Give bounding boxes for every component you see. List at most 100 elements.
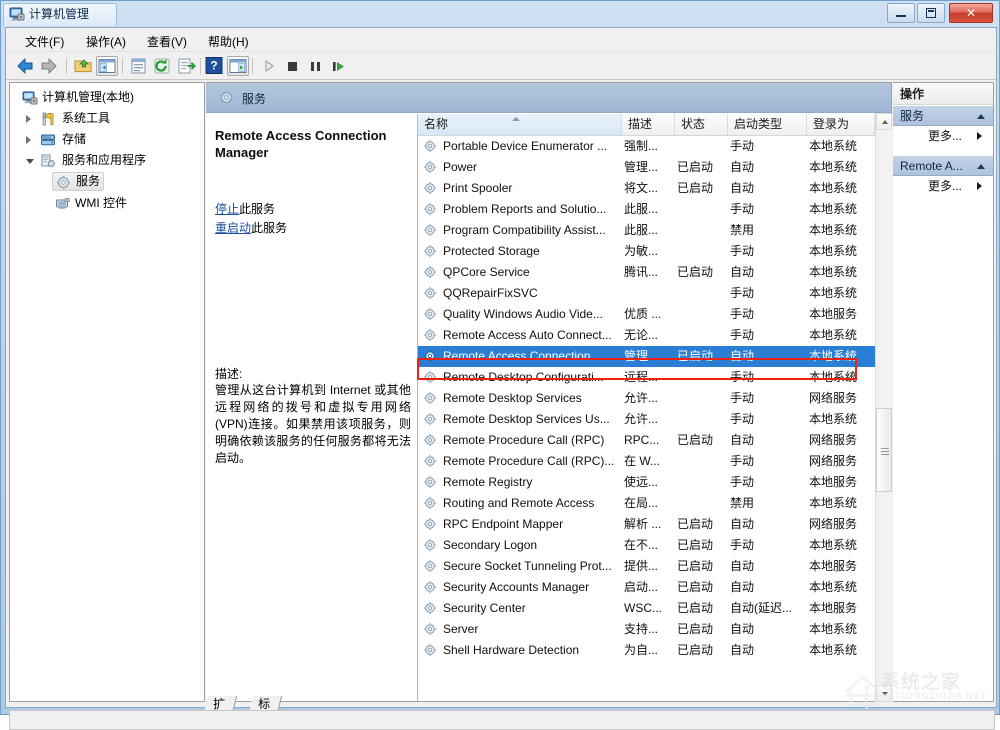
cell-startup: 手动 (730, 304, 806, 325)
back-icon[interactable] (14, 56, 36, 76)
table-row[interactable]: Remote Desktop Services允许...手动网络服务 (418, 388, 880, 409)
forward-icon[interactable] (38, 56, 60, 76)
status-bar (9, 710, 995, 730)
stop-service-line[interactable]: 停止此服务 (215, 200, 275, 217)
column-status[interactable]: 状态 (675, 114, 728, 135)
table-row[interactable]: RPC Endpoint Mapper解析 ...已启动自动网络服务 (418, 514, 880, 535)
table-row[interactable]: Print Spooler将文...已启动自动本地系统 (418, 178, 880, 199)
cell-startup: 手动 (730, 199, 806, 220)
scrollbar-thumb[interactable] (876, 408, 892, 492)
table-row[interactable]: QPCore Service腾讯...已启动自动本地系统 (418, 262, 880, 283)
show-hide-tree-icon[interactable] (96, 56, 118, 76)
list-column-headers: 名称 描述 状态 启动类型 登录为 (418, 114, 892, 136)
restart-service-line[interactable]: 重启动此服务 (215, 219, 287, 236)
cell-logon: 本地服务 (809, 556, 879, 577)
table-row[interactable]: Secondary Logon在不...已启动手动本地系统 (418, 535, 880, 556)
export-list-icon[interactable] (175, 56, 197, 76)
table-row[interactable]: Remote Procedure Call (RPC)RPC...已启动自动网络… (418, 430, 880, 451)
title-bar: 计算机管理 ✕ (1, 1, 1000, 27)
table-row[interactable]: Shell Hardware Detection为自...已启动自动本地系统 (418, 640, 880, 661)
services-list[interactable]: 名称 描述 状态 启动类型 登录为 (417, 114, 892, 702)
cell-description: 解析 ... (624, 514, 674, 535)
cell-description: 提供... (624, 556, 674, 577)
table-row[interactable]: Program Compatibility Assist...此服...禁用本地… (418, 220, 880, 241)
table-row[interactable]: Routing and Remote Access在局...禁用本地系统 (418, 493, 880, 514)
menu-help[interactable]: 帮助(H) (203, 32, 254, 51)
properties-icon[interactable] (127, 56, 149, 76)
menu-action[interactable]: 操作(A) (81, 32, 131, 51)
column-startup-type[interactable]: 启动类型 (728, 114, 807, 135)
service-gear-icon (423, 391, 438, 406)
table-row[interactable]: Security CenterWSC...已启动自动(延迟...本地服务 (418, 598, 880, 619)
cell-status: 已启动 (677, 640, 727, 661)
maximize-button[interactable] (917, 3, 945, 23)
scroll-up-icon (882, 120, 888, 124)
table-row[interactable]: Remote Access Connection ...管理...已启动自动本地… (418, 346, 880, 367)
chevron-right-icon[interactable] (26, 115, 35, 124)
cell-description: 使远... (624, 472, 674, 493)
table-row[interactable]: QQRepairFixSVC手动本地系统 (418, 283, 880, 304)
restart-service-icon[interactable] (327, 56, 349, 76)
minimize-button[interactable] (887, 3, 915, 23)
table-row[interactable]: Security Accounts Manager启动...已启动自动本地系统 (418, 577, 880, 598)
table-row[interactable]: Remote Desktop Configurati...远程...手动本地系统 (418, 367, 880, 388)
column-description[interactable]: 描述 (622, 114, 675, 135)
cell-status: 已启动 (677, 556, 727, 577)
close-button[interactable]: ✕ (949, 3, 993, 23)
table-row[interactable]: Problem Reports and Solutio...此服...手动本地系… (418, 199, 880, 220)
scroll-up-button[interactable] (876, 113, 892, 130)
chevron-down-icon[interactable] (26, 157, 35, 166)
table-row[interactable]: Remote Procedure Call (RPC)...在 W...手动网络… (418, 451, 880, 472)
stop-service-icon[interactable] (281, 56, 303, 76)
actions-more-remote-access-label: 更多... (928, 176, 962, 197)
restart-service-link[interactable]: 重启动 (215, 221, 251, 235)
stop-service-link[interactable]: 停止 (215, 202, 239, 216)
actions-more-services[interactable]: 更多... (893, 126, 993, 147)
table-row[interactable]: Power管理...已启动自动本地系统 (418, 157, 880, 178)
menu-file[interactable]: 文件(F) (20, 32, 69, 51)
table-row[interactable]: Quality Windows Audio Vide...优质 ...手动本地服… (418, 304, 880, 325)
chevron-up-icon[interactable] (977, 114, 985, 119)
list-vertical-scrollbar[interactable] (875, 113, 892, 702)
up-folder-icon[interactable] (72, 56, 94, 76)
cell-description: 启动... (624, 577, 674, 598)
service-gear-icon (423, 559, 438, 574)
sidebar-item-services[interactable]: 服务 (52, 172, 104, 191)
service-gear-icon (423, 286, 438, 301)
console-tree-pane[interactable]: 计算机管理(本地) 系统工具 (9, 82, 205, 702)
table-row[interactable]: Remote Registry使远...手动本地服务 (418, 472, 880, 493)
scroll-down-button[interactable] (876, 685, 892, 702)
table-row[interactable]: Protected Storage为敏...手动本地系统 (418, 241, 880, 262)
cell-startup: 自动 (730, 430, 806, 451)
column-name[interactable]: 名称 (418, 114, 622, 135)
table-row[interactable]: Remote Desktop Services Us...允许...手动本地系统 (418, 409, 880, 430)
menu-view[interactable]: 查看(V) (142, 32, 192, 51)
service-gear-icon (423, 475, 438, 490)
cell-startup: 手动 (730, 136, 806, 157)
table-row[interactable]: Secure Socket Tunneling Prot...提供...已启动自… (418, 556, 880, 577)
cell-description: 在不... (624, 535, 674, 556)
actions-group-remote-access[interactable]: Remote A... (893, 155, 993, 176)
cell-logon: 本地系统 (809, 325, 879, 346)
refresh-icon[interactable] (151, 56, 173, 76)
cell-startup: 自动 (730, 346, 806, 367)
actions-more-remote-access[interactable]: 更多... (893, 176, 993, 197)
chevron-right-icon[interactable] (26, 136, 35, 145)
table-row[interactable]: Remote Access Auto Connect...无论...手动本地系统 (418, 325, 880, 346)
help-icon[interactable]: ? (204, 56, 226, 76)
table-row[interactable]: Server支持...已启动自动本地系统 (418, 619, 880, 640)
service-gear-icon (219, 90, 235, 106)
column-log-on-as[interactable]: 登录为 (807, 114, 875, 135)
chevron-up-icon[interactable] (977, 164, 985, 169)
table-row[interactable]: Portable Device Enumerator ...强制...手动本地系… (418, 136, 880, 157)
pane-header: 服务 (206, 83, 891, 113)
actions-group-services[interactable]: 服务 (893, 105, 993, 126)
pause-service-icon[interactable] (304, 56, 326, 76)
cell-name: Quality Windows Audio Vide... (443, 304, 621, 325)
services-row-container[interactable]: Portable Device Enumerator ...强制...手动本地系… (418, 136, 880, 702)
cell-startup: 自动 (730, 157, 806, 178)
service-gear-icon (423, 412, 438, 427)
client-area: 文件(F) 操作(A) 查看(V) 帮助(H) (5, 27, 997, 708)
show-hide-action-pane-icon[interactable] (227, 56, 249, 76)
column-description-label: 描述 (628, 117, 652, 131)
